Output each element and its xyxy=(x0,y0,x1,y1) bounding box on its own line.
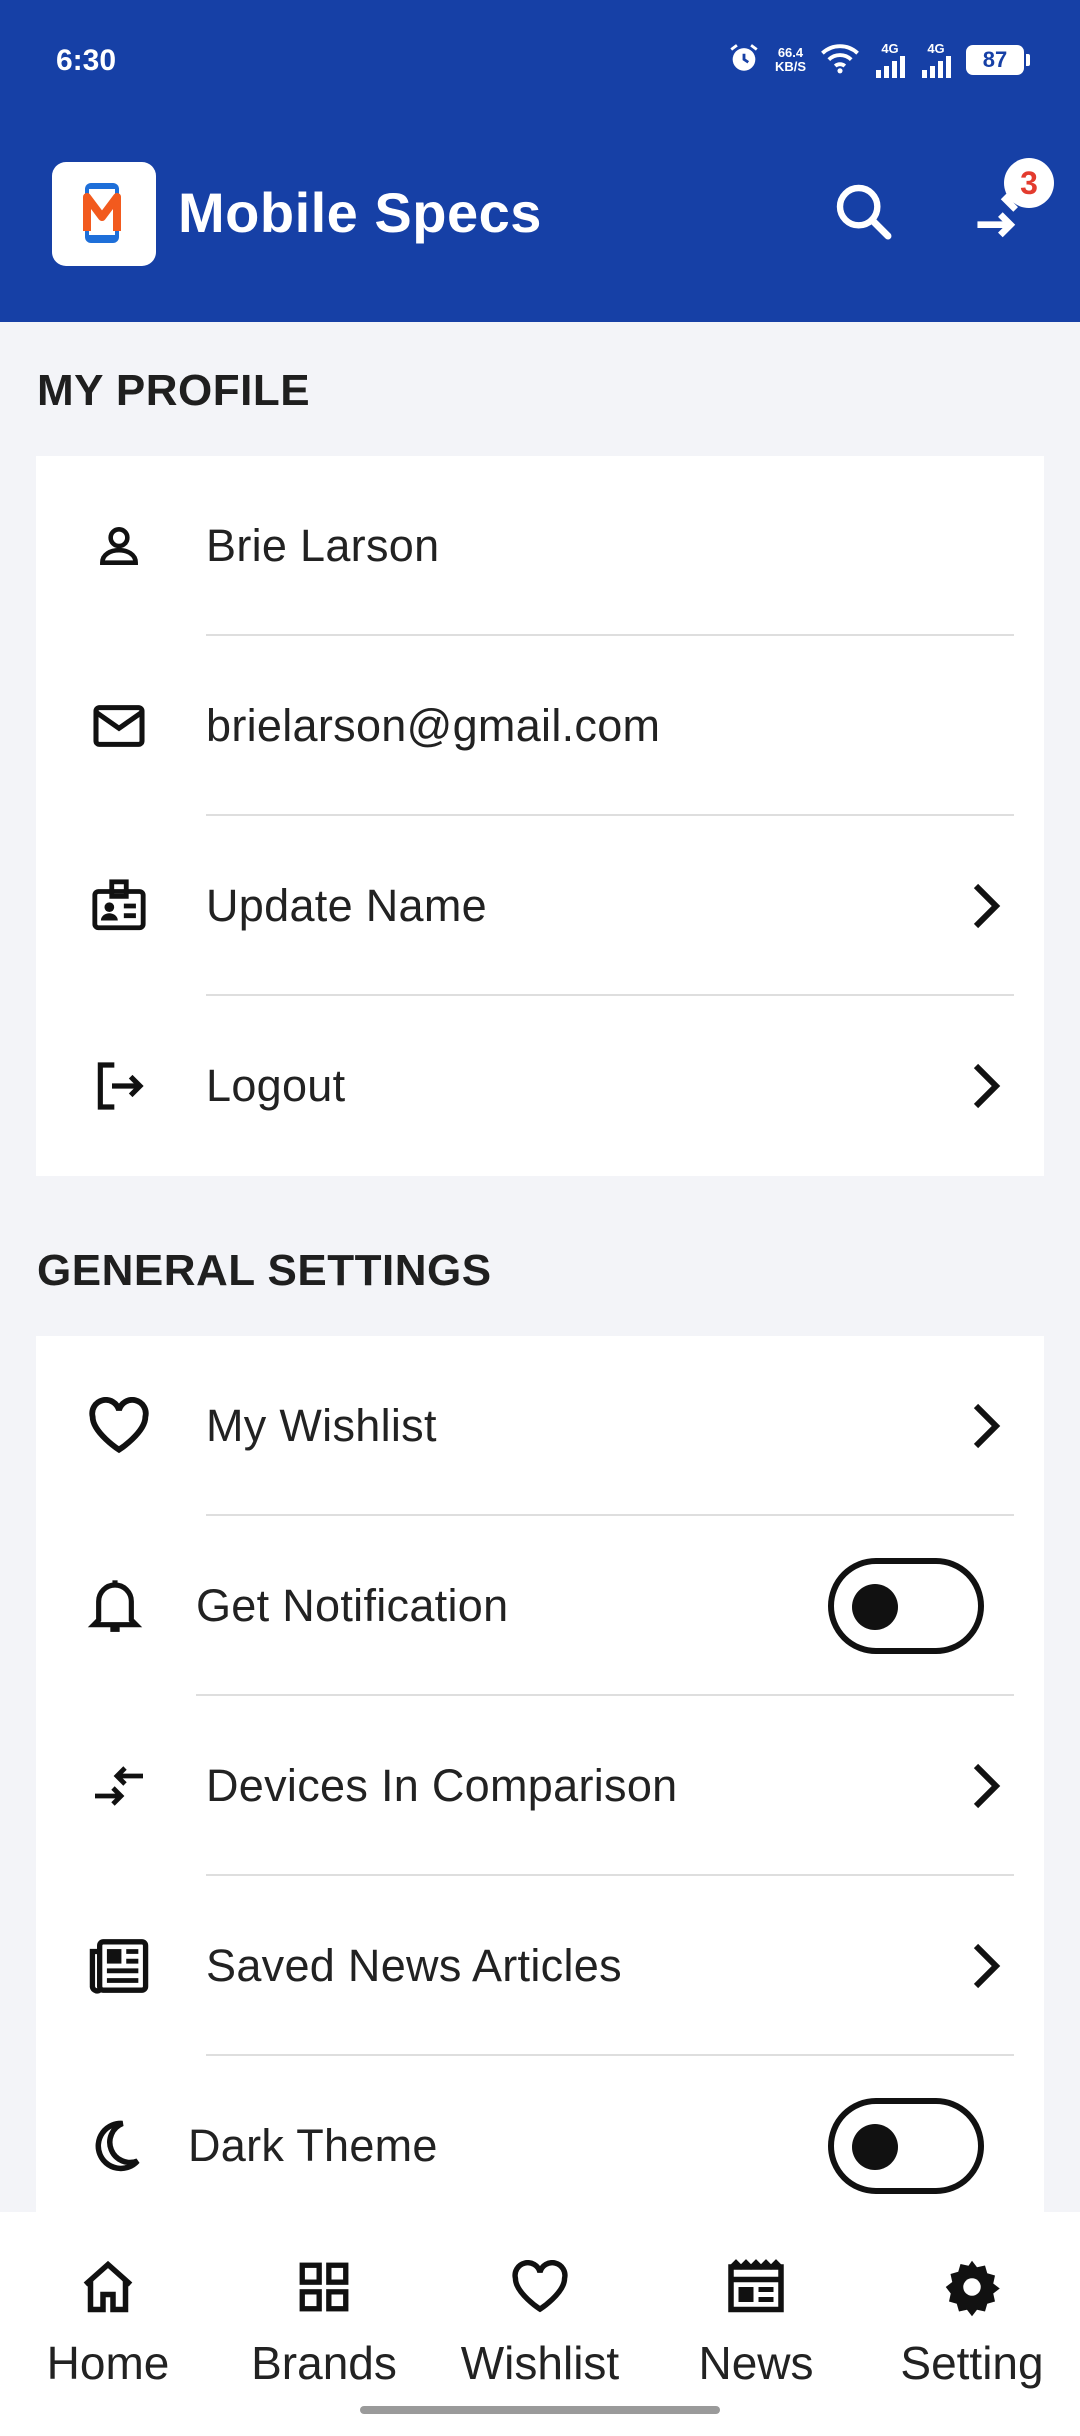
profile-email-row: brielarson@gmail.com xyxy=(36,636,1044,816)
nav-wishlist-label: Wishlist xyxy=(460,2337,620,2389)
nav-brands-label: Brands xyxy=(251,2337,397,2389)
nav-news-label: News xyxy=(698,2337,814,2389)
chevron-right-icon xyxy=(966,880,1006,932)
update-name-label: Update Name xyxy=(206,880,487,931)
toggle-knob xyxy=(852,2124,898,2170)
home-indicator[interactable] xyxy=(360,2406,720,2414)
app-title: Mobile Specs xyxy=(178,181,542,244)
notification-toggle[interactable] xyxy=(828,1558,984,1654)
dark-theme-row: Dark Theme xyxy=(36,2056,1044,2212)
dark-theme-toggle[interactable] xyxy=(828,2098,984,2194)
battery-indicator: 87 xyxy=(966,45,1030,75)
compare-count-badge: 3 xyxy=(1004,158,1054,208)
grid-icon xyxy=(224,2252,424,2322)
app-logo xyxy=(52,162,156,266)
mail-icon xyxy=(86,696,152,756)
comparison-row[interactable]: Devices In Comparison xyxy=(36,1696,1044,1876)
search-button[interactable] xyxy=(822,172,906,256)
logout-label: Logout xyxy=(206,1060,346,1111)
id-card-icon xyxy=(86,876,152,936)
chevron-right-icon xyxy=(966,1400,1006,1452)
profile-name: Brie Larson xyxy=(206,520,440,571)
nav-wishlist[interactable]: Wishlist xyxy=(440,2252,640,2390)
status-icons: 66.4 KB/S 4G 4G 87 xyxy=(727,38,1030,82)
notification-row: Get Notification xyxy=(36,1516,1044,1696)
compare-button[interactable]: 3 xyxy=(966,158,1054,256)
chevron-right-icon xyxy=(966,1760,1006,1812)
profile-name-row: Brie Larson xyxy=(36,456,1044,636)
chevron-right-icon xyxy=(966,1060,1006,1112)
person-icon xyxy=(86,516,152,576)
nav-home-label: Home xyxy=(46,2337,170,2389)
compare-icon xyxy=(86,1756,152,1816)
logout-icon xyxy=(86,1056,152,1116)
notification-label: Get Notification xyxy=(196,1580,509,1631)
wishlist-row[interactable]: My Wishlist xyxy=(36,1336,1044,1516)
chevron-right-icon xyxy=(966,1940,1006,1992)
profile-email: brielarson@gmail.com xyxy=(206,700,661,751)
gear-icon xyxy=(872,2252,1072,2322)
update-name-row[interactable]: Update Name xyxy=(36,816,1044,996)
app-bar: Mobile Specs 3 xyxy=(0,120,1080,322)
heart-icon xyxy=(86,1396,152,1456)
saved-news-row[interactable]: Saved News Articles xyxy=(36,1876,1044,2056)
alarm-icon xyxy=(727,41,761,80)
nav-brands[interactable]: Brands xyxy=(224,2252,424,2390)
moon-icon xyxy=(82,2116,148,2176)
news-icon xyxy=(86,1936,152,1996)
dark-theme-label: Dark Theme xyxy=(188,2120,438,2171)
saved-news-label: Saved News Articles xyxy=(206,1940,622,1991)
status-bar: 6:30 66.4 KB/S 4G 4G 87 xyxy=(0,0,1080,120)
heart-icon xyxy=(440,2252,640,2322)
profile-section-title: MY PROFILE xyxy=(37,366,311,415)
search-icon xyxy=(832,180,896,249)
general-settings-card: My Wishlist Get Notification Devices In … xyxy=(36,1336,1044,2212)
net-speed: 66.4 KB/S xyxy=(774,45,806,74)
home-icon xyxy=(8,2252,208,2322)
cell-signal-1: 4G xyxy=(874,42,906,78)
bell-icon xyxy=(82,1576,148,1636)
nav-setting[interactable]: Setting xyxy=(872,2252,1072,2390)
comparison-label: Devices In Comparison xyxy=(206,1760,678,1811)
profile-card: Brie Larson brielarson@gmail.com Update … xyxy=(36,456,1044,1176)
cell-signal-2: 4G xyxy=(920,42,952,78)
nav-news[interactable]: News xyxy=(656,2252,856,2390)
nav-setting-label: Setting xyxy=(900,2337,1044,2389)
bottom-navigation: Home Brands Wishlist News Setting xyxy=(0,2212,1080,2436)
newspaper-icon xyxy=(656,2252,856,2322)
general-section-title: GENERAL SETTINGS xyxy=(37,1246,492,1295)
logout-row[interactable]: Logout xyxy=(36,996,1044,1176)
wifi-icon xyxy=(820,42,860,79)
wishlist-label: My Wishlist xyxy=(206,1400,437,1451)
toggle-knob xyxy=(852,1584,898,1630)
status-time: 6:30 xyxy=(56,44,117,77)
nav-home[interactable]: Home xyxy=(8,2252,208,2390)
